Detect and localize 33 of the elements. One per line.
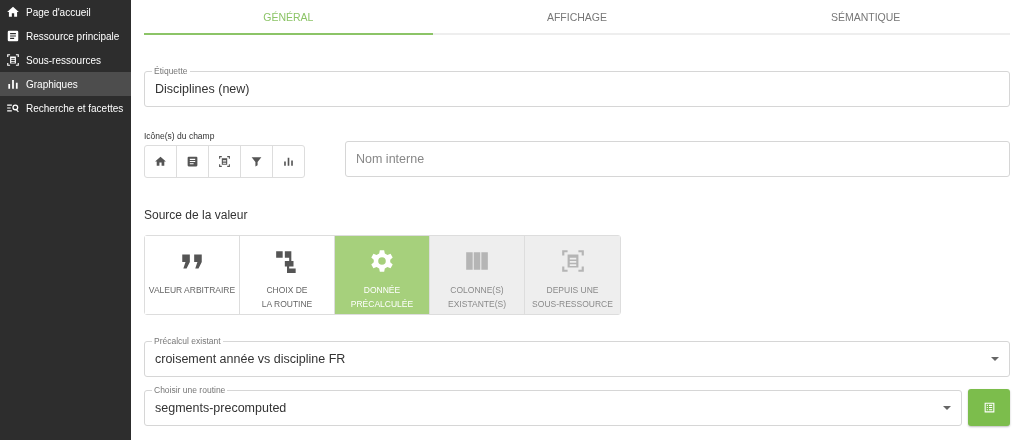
list-icon (982, 401, 996, 414)
section-title: Source de la valeur (144, 208, 249, 222)
home-icon (6, 5, 20, 19)
dropdown-caret-icon (991, 357, 999, 361)
document-icon (186, 155, 199, 168)
home-icon (154, 155, 167, 168)
field-label: Précalcul existant (152, 336, 223, 346)
placeholder: Nom interne (356, 152, 425, 166)
field-value: Disciplines (new) (155, 82, 251, 96)
field-value: croisement année vs discipline FR (155, 352, 347, 366)
framed-document-icon (559, 248, 586, 274)
sidebar-item[interactable]: Recherche et facettes (0, 96, 131, 120)
sidebar-item[interactable]: Page d'accueil (0, 0, 131, 24)
field-label: Icône(s) du champ (144, 131, 216, 141)
field-label: Choisir une routine (152, 384, 228, 395)
search-list-icon (6, 101, 20, 115)
framed-document-icon (6, 53, 20, 67)
filter-icon (250, 155, 263, 168)
document-icon (6, 29, 20, 43)
framed-document-icon (218, 155, 231, 168)
source-option-button[interactable]: VALEUR ARBITRAIRE (145, 236, 240, 314)
dropdown-caret-icon (943, 405, 951, 410)
bar-chart-icon (282, 155, 295, 168)
sidebar-item[interactable]: Sous-ressources (0, 48, 131, 72)
input-field[interactable]: Nom interne (345, 141, 1010, 177)
field-value: segments-precomputed (155, 400, 288, 415)
tab[interactable]: SÉMANTIQUE (721, 0, 1010, 35)
gear-icon (369, 248, 395, 274)
tab[interactable]: AFFICHAGE (432, 0, 722, 35)
field-label: Étiquette (152, 66, 190, 76)
sidebar-item[interactable]: Graphiques (0, 72, 131, 96)
bar-chart-icon (6, 77, 20, 91)
sidebar-item[interactable]: Ressource principale (0, 24, 131, 48)
